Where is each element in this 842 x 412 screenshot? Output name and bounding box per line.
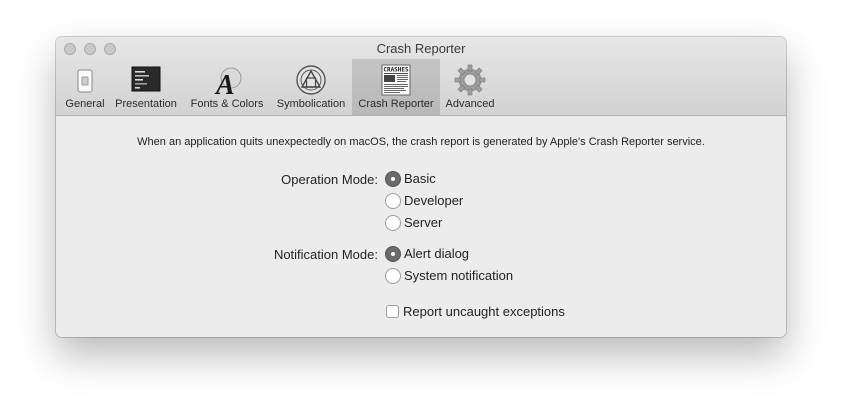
radio-server-label: Server <box>404 215 443 230</box>
crashes-icon-text: CRASHES <box>383 67 409 74</box>
svg-text:A: A <box>214 70 235 96</box>
tab-fonts-colors[interactable]: A Fonts & Colors <box>186 59 268 115</box>
window-title: Crash Reporter <box>376 41 466 56</box>
radio-button-selected[interactable] <box>385 171 401 187</box>
tab-symbolication-label: Symbolication <box>276 98 346 110</box>
tab-advanced[interactable]: Advanced <box>440 59 500 115</box>
radio-button[interactable] <box>385 268 401 284</box>
font-letter-icon: A <box>214 67 242 96</box>
tab-advanced-label: Advanced <box>445 98 495 110</box>
description-text: When an application quits unexpectedly o… <box>137 136 705 148</box>
radio-button-selected[interactable] <box>385 246 401 262</box>
tab-general-label: General <box>65 98 105 110</box>
tab-presentation[interactable]: Presentation <box>110 59 182 115</box>
switch-icon <box>77 69 93 93</box>
notification-mode-label: Notification Mode: <box>273 247 378 262</box>
radio-system-notification-label: System notification <box>404 268 514 283</box>
toolbar: Crash Reporter General Presentation A Fo… <box>56 37 786 116</box>
tab-crash-reporter-label: Crash Reporter <box>358 98 434 110</box>
tab-presentation-label: Presentation <box>115 98 177 110</box>
terminal-window-icon <box>131 66 161 92</box>
radio-basic-label: Basic <box>404 171 436 186</box>
gear-icon <box>454 64 486 96</box>
tab-crash-reporter[interactable]: CRASHES Crash Reporter <box>352 59 440 115</box>
crashes-document-icon: CRASHES <box>381 64 411 96</box>
crash-reporter-pane: When an application quits unexpectedly o… <box>56 116 786 337</box>
operation-mode-label: Operation Mode: <box>281 172 378 187</box>
tab-general[interactable]: General <box>61 59 109 115</box>
symbolication-icon <box>296 65 326 95</box>
checkbox[interactable] <box>386 305 399 318</box>
radio-alert-dialog-label: Alert dialog <box>404 246 470 261</box>
radio-button[interactable] <box>385 215 401 231</box>
report-uncaught-exceptions-label: Report uncaught exceptions <box>403 304 565 319</box>
radio-button[interactable] <box>385 193 401 209</box>
tab-symbolication[interactable]: Symbolication <box>272 59 350 115</box>
preferences-window: Crash Reporter General Presentation A Fo… <box>56 37 786 337</box>
tab-fonts-colors-label: Fonts & Colors <box>190 98 264 110</box>
radio-developer-label: Developer <box>404 193 464 208</box>
